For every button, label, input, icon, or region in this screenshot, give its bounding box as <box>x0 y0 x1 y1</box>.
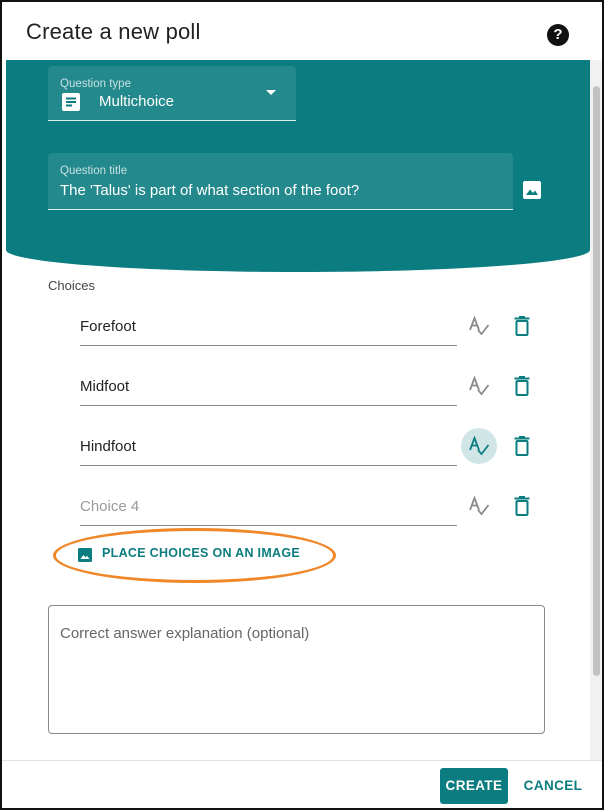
trash-icon[interactable] <box>514 496 530 516</box>
image-icon <box>78 548 92 562</box>
scrollbar-thumb[interactable] <box>593 86 600 676</box>
choice-row: Midfoot <box>2 366 602 426</box>
spellcheck-icon <box>469 436 490 456</box>
mark-correct-button[interactable] <box>461 308 497 344</box>
question-type-select[interactable]: Question type Multichoice <box>48 66 296 121</box>
choice-row: Forefoot <box>2 306 602 366</box>
dialog-footer: CREATE CANCEL <box>2 760 602 808</box>
dialog-body: Question type Multichoice Question title… <box>2 60 602 760</box>
create-poll-dialog: Create a new poll ? Question type Multic… <box>0 0 604 810</box>
mark-correct-button[interactable] <box>461 428 497 464</box>
spellcheck-icon <box>469 496 490 516</box>
help-icon[interactable]: ? <box>547 24 569 46</box>
trash-icon[interactable] <box>514 376 530 396</box>
mark-correct-button[interactable] <box>461 488 497 524</box>
image-icon[interactable] <box>522 180 542 200</box>
mark-correct-button[interactable] <box>461 368 497 404</box>
list-form-icon <box>62 93 80 111</box>
dropdown-caret-icon <box>266 90 276 95</box>
question-title-label: Question title <box>60 165 128 177</box>
dialog-header: Create a new poll ? <box>2 2 602 60</box>
explanation-textarea[interactable]: Correct answer explanation (optional) <box>48 605 545 734</box>
question-title-field[interactable]: Question title The 'Talus' is part of wh… <box>48 153 513 210</box>
question-type-value: Multichoice <box>99 93 175 110</box>
choice-input[interactable]: Choice 4 <box>80 486 457 526</box>
trash-icon[interactable] <box>514 316 530 336</box>
trash-icon[interactable] <box>514 436 530 456</box>
dialog-title: Create a new poll <box>26 19 201 44</box>
explanation-placeholder: Correct answer explanation (optional) <box>60 625 310 642</box>
choice-input[interactable]: Forefoot <box>80 306 457 346</box>
choice-row: Hindfoot <box>2 426 602 486</box>
cancel-button[interactable]: CANCEL <box>522 768 584 804</box>
place-choices-on-image-label: PLACE CHOICES ON AN IMAGE <box>102 546 301 560</box>
choice-row: Choice 4 <box>2 486 602 546</box>
question-type-label: Question type <box>60 78 131 90</box>
choice-input[interactable]: Hindfoot <box>80 426 457 466</box>
create-button[interactable]: CREATE <box>440 768 508 804</box>
choice-input[interactable]: Midfoot <box>80 366 457 406</box>
question-title-value: The 'Talus' is part of what section of t… <box>60 182 360 199</box>
spellcheck-icon <box>469 376 490 396</box>
spellcheck-icon <box>469 316 490 336</box>
choices-label: Choices <box>48 278 95 293</box>
